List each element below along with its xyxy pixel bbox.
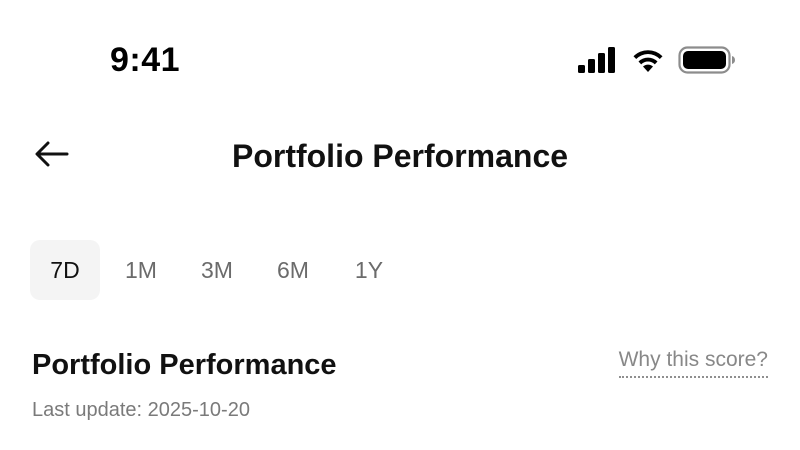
page-title: Portfolio Performance bbox=[231, 138, 569, 174]
status-bar: 9:41 bbox=[0, 0, 800, 110]
nav-header: Portfolio Performance bbox=[0, 124, 800, 188]
tab-6m[interactable]: 6M bbox=[258, 240, 328, 300]
tab-3m[interactable]: 3M bbox=[182, 240, 252, 300]
cellular-signal-icon bbox=[578, 47, 618, 73]
tab-7d[interactable]: 7D bbox=[30, 240, 100, 300]
tab-1m[interactable]: 1M bbox=[106, 240, 176, 300]
period-tabs: 7D 1M 3M 6M 1Y bbox=[30, 240, 404, 300]
status-icons bbox=[578, 44, 736, 76]
tab-1y[interactable]: 1Y bbox=[334, 240, 404, 300]
portfolio-performance-screen: 9:41 Portfolio Performance 7D 1M 3M 6M 1… bbox=[0, 0, 800, 450]
why-this-score-link[interactable]: Why this score? bbox=[618, 346, 768, 378]
wifi-icon bbox=[630, 47, 666, 73]
status-time: 9:41 bbox=[110, 41, 181, 79]
last-update-text: Last update: 2025-10-20 bbox=[32, 399, 250, 421]
section-title: Portfolio Performance bbox=[32, 349, 337, 381]
battery-icon bbox=[678, 46, 736, 74]
